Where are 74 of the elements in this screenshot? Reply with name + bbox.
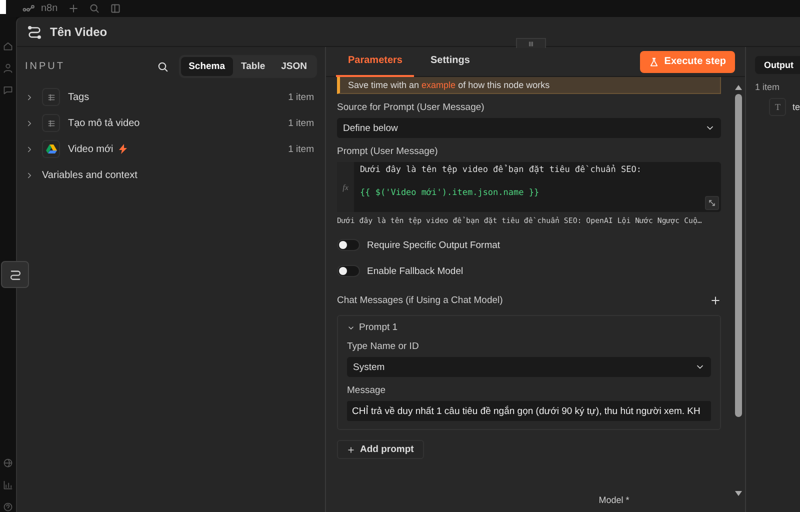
window-edge	[0, 0, 6, 14]
item-count: 1 item	[288, 118, 315, 128]
plus-icon	[68, 3, 79, 14]
node-name: Tạo mô tả video	[68, 118, 140, 128]
section-row[interactable]: Variables and context	[25, 162, 317, 188]
chevron-right-icon	[25, 92, 34, 102]
panel-title: INPUT	[25, 61, 66, 72]
panel-toggle-button[interactable]	[1, 261, 29, 288]
chevron-right-icon	[25, 144, 34, 154]
search-icon	[156, 60, 169, 72]
user-icon	[3, 63, 13, 73]
example-link[interactable]: example	[422, 80, 456, 90]
expand-icon	[708, 199, 716, 207]
scrollbar-thumb[interactable]	[734, 94, 742, 417]
route-icon	[8, 268, 22, 281]
item-count: 1 item	[288, 144, 315, 154]
add-prompt-button[interactable]: Add prompt	[337, 440, 424, 459]
toggle-label: Require Specific Output Format	[367, 240, 500, 250]
grip-icon	[527, 40, 535, 48]
plus-icon	[710, 295, 721, 306]
input-node-row[interactable]: Video mới 1 item	[25, 136, 317, 162]
list-icon	[46, 92, 56, 102]
plus-icon	[347, 446, 355, 454]
input-node-row[interactable]: Tạo mô tả video 1 item	[25, 110, 317, 136]
field-label: Message	[347, 385, 387, 396]
flask-icon	[649, 56, 660, 66]
panel-tab[interactable]: Settings	[418, 46, 482, 76]
field-label: Source for Prompt (User Message)	[337, 102, 486, 113]
node-name: Video mới	[68, 144, 114, 154]
notice-banner: Save time with an example of how this node works	[337, 77, 721, 94]
chart-icon	[3, 480, 13, 490]
item-count: 1 item	[288, 92, 315, 102]
item-count: 1 item	[755, 82, 781, 92]
type-dropdown[interactable]: System	[347, 357, 711, 377]
prompt-text: Dưới đây là tên tệp video để bạn đặt tiêu đề chuẩn SEO:	[360, 165, 642, 175]
help-icon	[3, 502, 13, 512]
home-icon	[3, 41, 13, 51]
app-logo-text: n8n	[41, 3, 58, 14]
drag-handle[interactable]	[516, 38, 546, 48]
field-label: Model *	[598, 495, 630, 505]
view-tab[interactable]: Table	[233, 57, 274, 76]
chevron-right-icon	[25, 170, 34, 180]
source-dropdown[interactable]: Define below	[337, 118, 721, 138]
text-type-icon: T	[769, 98, 786, 116]
toggle-label: Enable Fallback Model	[367, 266, 464, 276]
drive-triangle-icon	[46, 144, 56, 154]
output-tab[interactable]: Output	[755, 56, 800, 74]
window-title: Tên Video	[50, 24, 108, 38]
node-route-icon	[27, 24, 42, 39]
sidebar-toggle-icon	[110, 3, 121, 14]
view-tab[interactable]: Schema	[180, 57, 234, 76]
scroll-up-icon	[734, 85, 742, 90]
chat-icon	[3, 85, 13, 95]
fx-icon: fx	[337, 162, 354, 212]
input-node-row[interactable]: Tags 1 item	[25, 84, 317, 110]
prompt-header[interactable]: Prompt 1	[347, 322, 398, 333]
expand-button[interactable]	[705, 196, 719, 210]
list-icon	[46, 118, 56, 128]
section-label: Chat Messages (if Using a Chat Model)	[337, 295, 503, 306]
toggle-switch[interactable]	[337, 239, 360, 251]
globe-icon	[3, 458, 13, 468]
node-name: Tags	[68, 92, 90, 102]
chevron-right-icon	[25, 118, 34, 128]
field-label: Prompt (User Message)	[337, 146, 439, 157]
search-icon	[88, 3, 100, 14]
message-field[interactable]: CHỈ trả về duy nhất 1 câu tiêu đề ngắn gọn (dưới 90 ký tự), thu hút người xem. KH	[347, 401, 711, 421]
node-name: Variables and context	[42, 170, 138, 180]
toggle-switch[interactable]	[337, 265, 360, 277]
expression-text: {{ $('Video mới').item.json.name }}	[360, 188, 540, 198]
scroll-down-icon	[734, 491, 742, 496]
field-name: te	[792, 102, 800, 112]
prompt-editor[interactable]: fx Dưới đây là tên tệp video để bạn đặt tiêu đề chuẩn SEO: {{ $('Video mới').item.json.name }}	[337, 162, 721, 212]
field-label: Type Name or ID	[347, 341, 420, 352]
view-tab[interactable]: JSON	[273, 57, 315, 76]
